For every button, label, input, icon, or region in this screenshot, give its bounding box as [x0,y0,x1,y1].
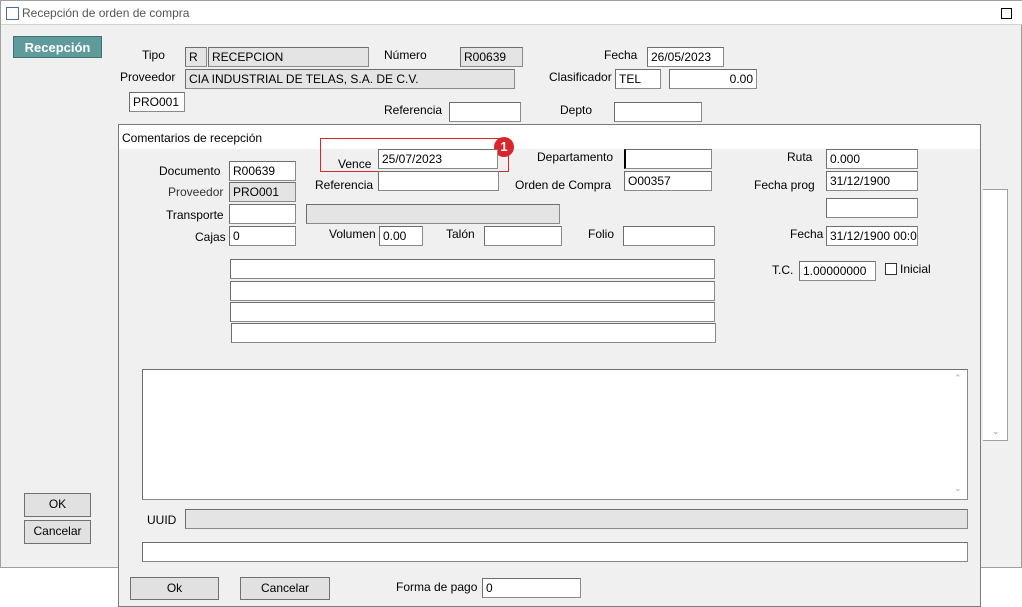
transporte-label: Transporte [166,208,224,222]
dialog-referencia-field[interactable] [378,171,499,191]
volumen-field[interactable]: 0.00 [379,226,423,246]
cajas-field[interactable]: 0 [229,226,296,246]
fecha-label: Fecha [604,48,638,62]
cajas-label: Cajas [195,230,226,244]
dialog-proveedor-label: Proveedor [168,185,224,199]
forma-pago-field[interactable]: 0 [482,578,581,598]
folio-field[interactable] [623,226,715,246]
main-titlebar: Recepción de orden de compra [1,1,1022,25]
maximize-icon[interactable] [1001,8,1012,19]
documento-label: Documento [159,164,221,178]
fecha-prog-extra-field[interactable] [826,198,918,218]
transporte-desc-field[interactable] [306,204,560,224]
referencia-field[interactable] [449,102,521,122]
dialog-title: Comentarios de recepción [122,131,263,145]
forma-pago-label: Forma de pago [396,580,478,594]
volumen-label: Volumen [329,227,376,241]
amount-field[interactable]: 0.00 [669,69,757,89]
comment-line-3[interactable] [230,302,715,322]
orden-compra-field[interactable]: O00357 [624,171,712,191]
textarea-scroll-down-icon[interactable]: ⌄ [954,483,962,494]
fecha-field[interactable]: 26/05/2023 [647,47,724,67]
tc-field[interactable]: 1.00000000 [799,261,876,281]
clasificador-label: Clasificador [549,70,612,84]
referencia-label: Referencia [384,103,443,117]
depto-field[interactable] [614,102,702,122]
grid-scroll-down-icon[interactable]: ⌄ [992,426,1000,437]
inicial-label: Inicial [900,262,931,276]
numero-label: Número [384,48,427,62]
tipo-label: Tipo [142,48,165,62]
fecha-prog-field[interactable]: 31/12/1900 [826,171,918,191]
uuid-field[interactable] [185,509,968,529]
textarea-scroll-up-icon[interactable]: ⌃ [954,373,962,384]
fecha-prog-label: Fecha prog [754,178,815,192]
documento-field[interactable]: R00639 [229,161,296,181]
departamento-field[interactable] [624,149,712,169]
window-icon [6,7,19,20]
ruta-field[interactable]: 0.000 [826,149,918,169]
comment-line-2[interactable] [230,281,715,301]
talon-label: Talón [446,227,475,241]
proveedor-label: Proveedor [120,70,176,84]
departamento-label: Departamento [537,150,614,164]
bottom-field[interactable] [142,542,968,562]
orden-compra-label: Orden de Compra [515,178,612,192]
clasificador-field[interactable]: TEL [615,69,661,89]
tc-label: T.C. [772,263,794,277]
proveedor-code-field[interactable]: PRO001 [129,92,185,112]
dialog-referencia-label: Referencia [315,178,374,192]
comment-line-1[interactable] [230,259,715,279]
tipo-desc-field[interactable]: RECEPCION [208,47,369,67]
background-grid [983,189,1008,441]
inicial-checkbox[interactable] [885,263,897,275]
ruta-label: Ruta [787,150,813,164]
dialog-fecha-field[interactable]: 31/12/1900 00:00 [826,226,918,246]
transporte-field[interactable] [229,204,296,224]
recepcion-badge: Recepción [13,36,102,58]
numero-field[interactable]: R00639 [460,47,523,67]
vence-label: Vence [338,157,372,171]
dialog-titlebar: Comentarios de recepción [119,125,980,149]
folio-label: Folio [588,227,615,241]
main-cancel-button[interactable]: Cancelar [24,520,91,544]
vence-field[interactable]: 25/07/2023 [378,149,498,169]
depto-label: Depto [560,103,593,117]
uuid-label: UUID [147,513,177,527]
main-ok-button[interactable]: OK [24,493,91,517]
tipo-code-field[interactable]: R [185,47,207,67]
comentarios-dialog: Comentarios de recepción Documento R0063… [118,124,981,607]
talon-field[interactable] [484,226,562,246]
comment-line-4[interactable] [231,323,716,343]
proveedor-name-field[interactable]: CIA INDUSTRIAL DE TELAS, S.A. DE C.V. [185,69,515,89]
dialog-proveedor-field[interactable]: PRO001 [229,182,296,202]
window-title: Recepción de orden de compra [22,6,190,20]
comments-textarea[interactable] [142,369,968,500]
dialog-fecha-label: Fecha [790,227,824,241]
dialog-ok-button[interactable]: Ok [130,577,219,600]
dialog-cancel-button[interactable]: Cancelar [240,577,330,600]
